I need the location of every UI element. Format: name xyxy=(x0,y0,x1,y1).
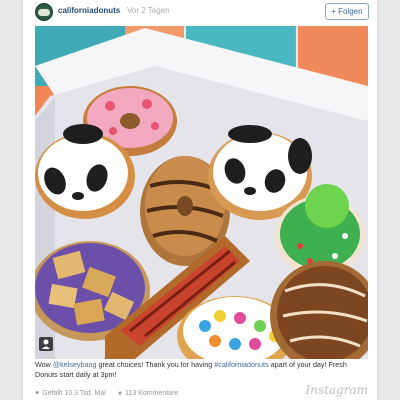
heart-icon[interactable]: ♥ xyxy=(35,390,39,397)
hashtag-link[interactable]: #californiadonuts xyxy=(214,360,268,369)
post-image[interactable] xyxy=(35,26,368,359)
username-link[interactable]: californiadonuts xyxy=(58,6,120,15)
comments-count[interactable]: 113 Kommentare xyxy=(125,390,178,397)
instagram-logo[interactable]: Instagram xyxy=(305,383,368,397)
avatar[interactable] xyxy=(35,3,53,21)
avatar-logo xyxy=(38,8,50,16)
mention-link[interactable]: @kelseybang xyxy=(53,360,97,369)
plus-icon: + xyxy=(331,7,337,16)
post-card: californiadonuts Vor 2 Tagen + Folgen Wo… xyxy=(22,0,378,400)
follow-button[interactable]: + Folgen xyxy=(325,3,369,20)
post-footer: ♥ Gefällt 10.3 Tsd. Mal ● 113 Kommentare… xyxy=(35,383,368,399)
likes-count[interactable]: Gefällt 10.3 Tsd. Mal xyxy=(42,390,106,397)
post-caption: Wow @kelseybang great choices! Thank you… xyxy=(35,360,368,379)
donut-box-photo xyxy=(35,26,368,359)
comment-icon[interactable]: ● xyxy=(118,390,122,397)
caption-text-2: great choices! Thank you for having xyxy=(96,360,215,369)
post-header: californiadonuts Vor 2 Tagen + Folgen xyxy=(23,0,379,24)
post-time: Vor 2 Tagen xyxy=(127,6,170,15)
user-tag-icon[interactable] xyxy=(39,337,53,351)
follow-label: Folgen xyxy=(338,7,363,16)
caption-text-1: Wow xyxy=(35,360,53,369)
